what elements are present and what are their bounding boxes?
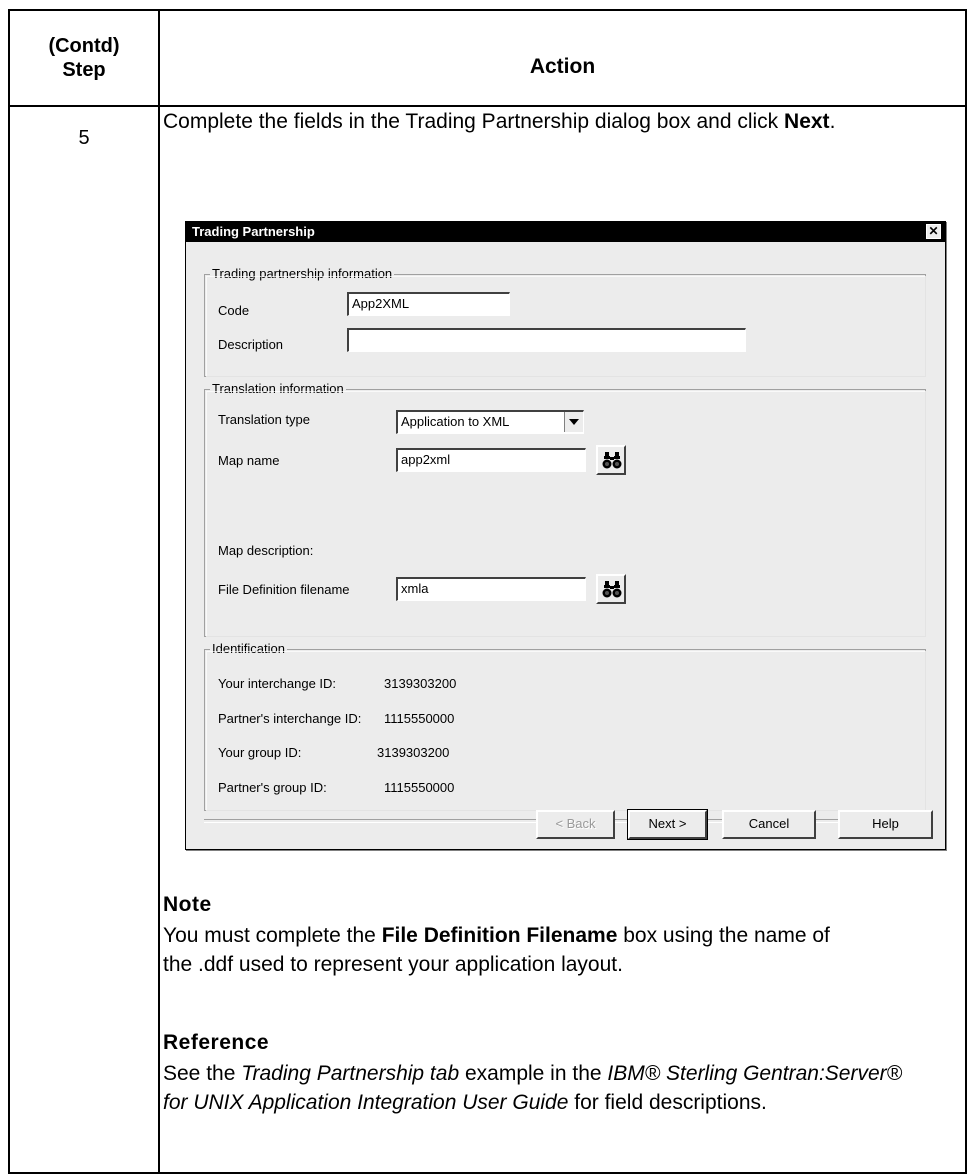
trading-partnership-dialog: Trading Partnership ✕ Trading partnershi… (185, 221, 946, 850)
dialog-titlebar: Trading Partnership ✕ (186, 222, 945, 242)
file-definition-input[interactable]: xmla (396, 577, 586, 601)
file-definition-label: File Definition filename (218, 582, 350, 597)
header-divider (10, 105, 965, 107)
map-name-label: Map name (218, 453, 280, 468)
note-bold: File Definition Filename (381, 924, 618, 947)
intro-text-end: . (829, 110, 836, 133)
reference-heading: Reference (163, 1031, 270, 1054)
translation-type-value: Application to XML (401, 414, 510, 429)
binoculars-icon (602, 452, 622, 469)
description-label: Description (218, 337, 284, 352)
action-intro: Complete the fields in the Trading Partn… (163, 108, 948, 136)
translation-type-select[interactable]: Application to XML (396, 410, 584, 434)
partner-group-id-label: Partner's group ID: (218, 780, 327, 795)
your-interchange-id-value: 3139303200 (384, 676, 457, 691)
translation-info-legend: Translation information (210, 381, 346, 396)
reference-text: See the Trading Partnership tab example … (163, 1059, 903, 1117)
close-icon[interactable]: ✕ (926, 224, 941, 239)
header-action: Action (529, 55, 596, 78)
map-description-label: Map description: (218, 543, 314, 558)
partner-interchange-id-value: 1115550000 (384, 711, 455, 726)
chevron-down-icon[interactable] (564, 412, 583, 432)
reference-italic-1: Trading Partnership tab (241, 1062, 460, 1085)
code-label: Code (218, 303, 250, 318)
description-input[interactable] (347, 328, 746, 352)
note-heading: Note (163, 893, 212, 916)
help-button[interactable]: Help (838, 810, 933, 839)
cancel-button[interactable]: Cancel (722, 810, 816, 839)
header-step-line1: (Contd) (48, 35, 120, 57)
your-group-id-value: 3139303200 (377, 745, 450, 760)
your-interchange-id-label: Your interchange ID: (218, 676, 337, 691)
column-divider (158, 11, 160, 1172)
partner-group-id-value: 1115550000 (384, 780, 455, 795)
reference-text-1: See the (163, 1062, 242, 1085)
partnership-info-group: Trading partnership information (204, 266, 926, 377)
map-name-input[interactable]: app2xml (396, 448, 586, 472)
your-group-id-label: Your group ID: (218, 745, 302, 760)
reference-text-3: for field descriptions. (568, 1091, 767, 1114)
header-step: (Contd) Step (10, 11, 158, 105)
reference-text-2: example in the (459, 1062, 608, 1085)
note-text-start: You must complete the (163, 924, 382, 947)
next-button[interactable]: Next > (627, 809, 708, 840)
intro-text: Complete the fields in the Trading Partn… (163, 110, 785, 133)
partner-interchange-id-label: Partner's interchange ID: (218, 711, 362, 726)
map-browse-button[interactable] (596, 445, 626, 475)
back-button[interactable]: < Back (536, 810, 615, 839)
partnership-info-legend: Trading partnership information (210, 266, 395, 281)
header-step-line2: Step (62, 59, 106, 81)
identification-legend: Identification (210, 641, 287, 656)
intro-bold-next: Next (784, 110, 830, 133)
binoculars-icon (602, 581, 622, 598)
note-text: You must complete the File Definition Fi… (163, 921, 863, 979)
code-input[interactable]: App2XML (347, 292, 510, 316)
file-definition-browse-button[interactable] (596, 574, 626, 604)
translation-type-label: Translation type (218, 412, 311, 427)
dialog-title: Trading Partnership (192, 224, 315, 239)
step-number: 5 (78, 127, 90, 149)
